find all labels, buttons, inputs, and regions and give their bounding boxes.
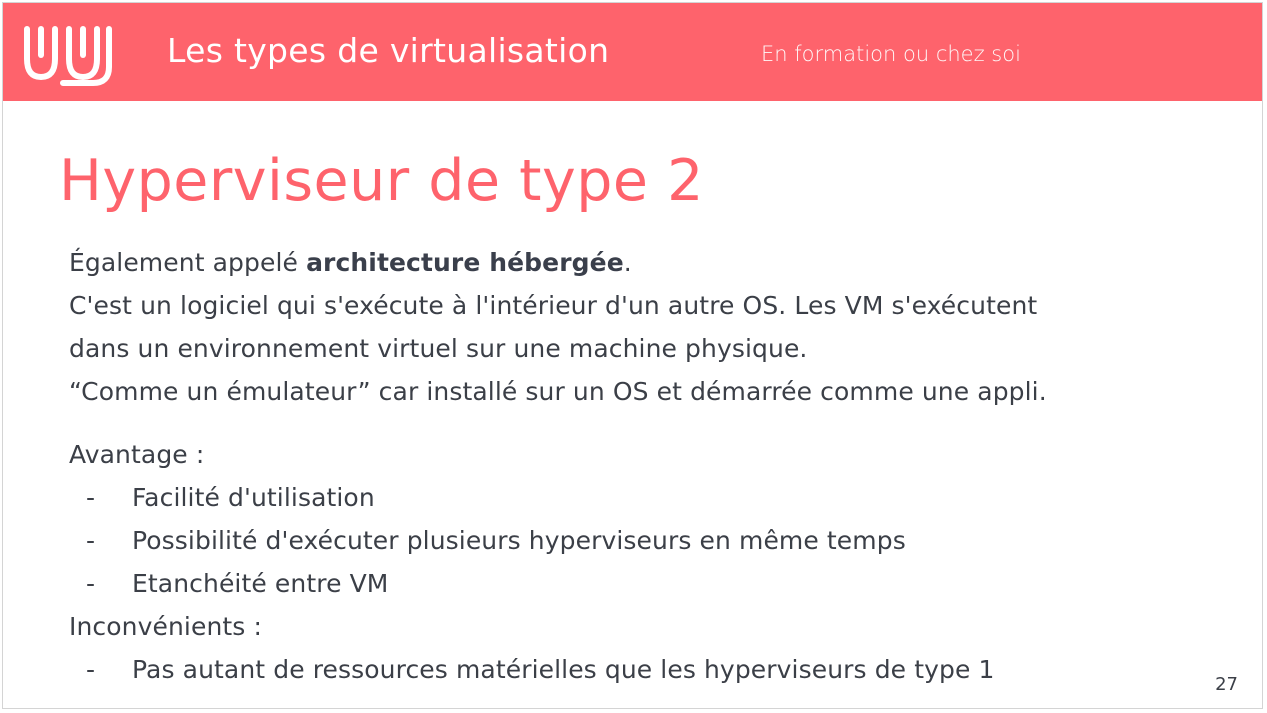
intro-suffix: . [623, 248, 632, 277]
advantages-label: Avantage : [69, 440, 205, 469]
intro-prefix: Également appelé [69, 248, 307, 277]
drawbacks-label: Inconvénients : [69, 612, 262, 641]
header-bar: Les types de virtualisation En formation… [3, 3, 1262, 101]
slide-body: Également appelé architecture hébergée. … [69, 241, 1219, 691]
advantage-item: - Facilité d'utilisation [69, 476, 1219, 519]
slide: Les types de virtualisation En formation… [2, 2, 1263, 709]
wave-logo-icon [24, 26, 112, 86]
drawback-text: Pas autant de ressources matérielles que… [132, 655, 995, 684]
advantage-item: - Etanchéité entre VM [69, 562, 1219, 605]
header-subtitle: En formation ou chez soi [761, 42, 1021, 66]
bullet-dash: - [86, 483, 96, 512]
body-line: dans un environnement virtuel sur une ma… [69, 334, 808, 363]
intro-line: Également appelé architecture hébergée. [69, 241, 1219, 284]
bullet-dash: - [86, 655, 96, 684]
slide-title: Hyperviseur de type 2 [59, 148, 704, 214]
bullet-dash: - [86, 526, 96, 555]
page-number: 27 [1215, 674, 1238, 695]
intro-bold-term: architecture hébergée [306, 248, 624, 277]
body-line: C'est un logiciel qui s'exécute à l'inté… [69, 291, 1038, 320]
header-title: Les types de virtualisation [167, 31, 610, 70]
body-line: “Comme un émulateur” car installé sur un… [69, 377, 1047, 406]
advantage-text: Etanchéité entre VM [132, 569, 389, 598]
advantage-text: Facilité d'utilisation [132, 483, 375, 512]
advantage-item: - Possibilité d'exécuter plusieurs hyperv… [69, 519, 1219, 562]
bullet-dash: - [86, 569, 96, 598]
advantage-text: Possibilité d'exécuter plusieurs hypervi… [132, 526, 906, 555]
drawback-item: - Pas autant de ressources matérielles qu… [69, 648, 1219, 691]
